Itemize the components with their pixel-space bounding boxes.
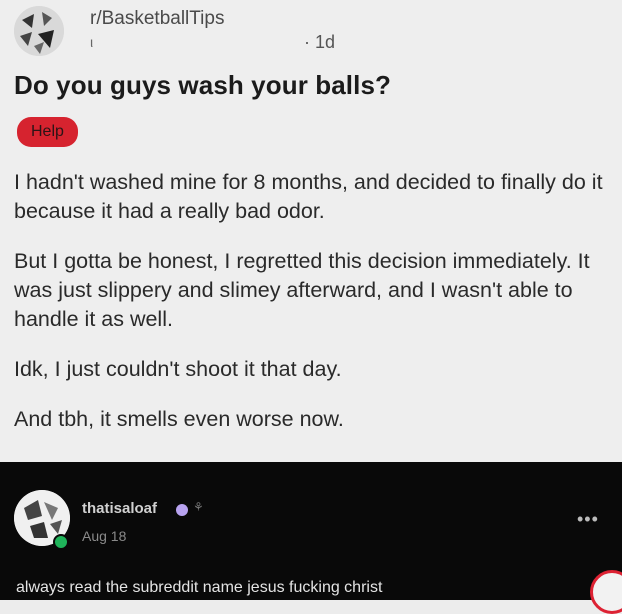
post-author[interactable]: ι — [90, 34, 104, 50]
post-title[interactable]: Do you guys wash your balls? — [14, 70, 391, 101]
more-options-icon[interactable]: ••• — [577, 509, 599, 530]
comment-date: Aug 18 — [82, 528, 127, 544]
subreddit-name[interactable]: r/BasketballTips — [90, 8, 224, 30]
post-body: I hadn't washed mine for 8 months, and d… — [14, 168, 614, 455]
flair-badge[interactable]: Help — [17, 117, 78, 147]
post-paragraph: And tbh, it smells even worse now. — [14, 407, 344, 431]
post-paragraph: I hadn't washed mine for 8 months, and d… — [14, 170, 603, 223]
online-status-icon — [53, 534, 69, 550]
award-icon: ⚘ — [193, 500, 204, 514]
post-age: · 1d — [304, 32, 336, 52]
watermark-sticker-icon — [590, 570, 622, 614]
post-paragraph: Idk, I just couldn't shoot it that day. — [14, 357, 342, 381]
comment-text: always read the subreddit name jesus fuc… — [16, 579, 383, 596]
badge-icon — [176, 504, 188, 516]
post-header: r/BasketballTips ι · 1d — [14, 6, 614, 56]
subreddit-avatar-icon[interactable] — [14, 6, 64, 56]
comment-card: thatisaloaf ⚘ Aug 18 ••• always read the… — [0, 462, 622, 600]
post-paragraph: But I gotta be honest, I regretted this … — [14, 249, 590, 331]
post-card: r/BasketballTips ι · 1d Do you guys wash… — [0, 0, 622, 462]
comment-username[interactable]: thatisaloaf — [82, 500, 157, 517]
